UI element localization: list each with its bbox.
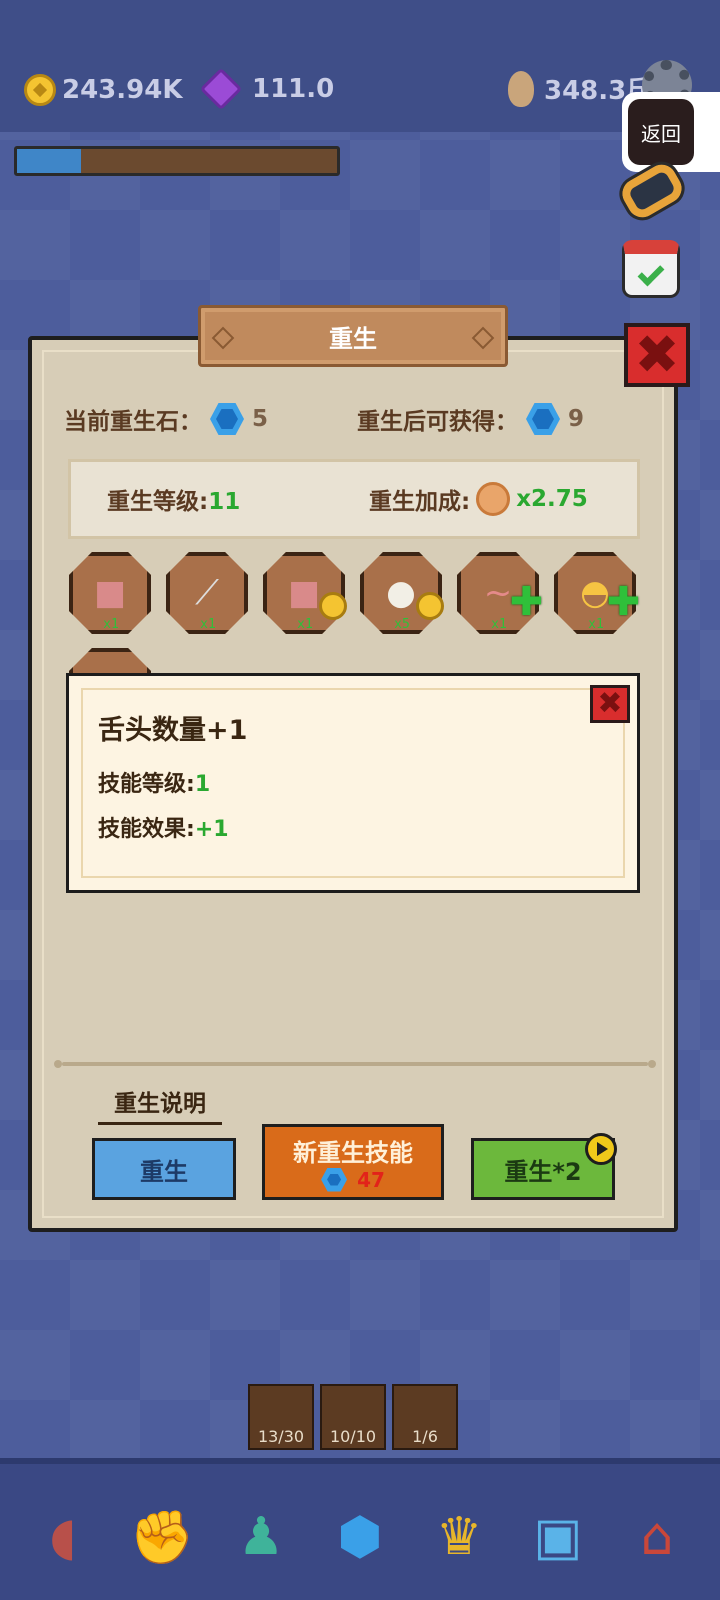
skill-count: x1 [491,617,507,632]
new-skill-cost: 47 [321,1167,385,1192]
rebirth-bonus-value: x2.75 [516,486,588,512]
spatula-icon: ⟋ [195,573,219,613]
gold-counter: 243.94K [24,74,182,106]
fist-icon[interactable]: ✊ [126,1501,198,1573]
return-label: 返回 [628,99,694,165]
skill-slot-3[interactable]: ■ x1 [263,552,347,636]
clipboard-icon[interactable]: ▣ [522,1501,594,1573]
inventory-slot-meat[interactable]: 13/30 [248,1384,314,1450]
gold-coin-icon [24,74,56,106]
after-rebirth-label: 重生后可获得： [357,409,518,435]
panel-title: 重生 [198,305,508,367]
character-icon[interactable]: ♟ [225,1501,297,1573]
tooltip-level: 技能等级:1 [98,766,210,798]
bottom-nav: ◖ ✊ ♟ ⬢ ♛ ▣ ⌂ [0,1458,720,1600]
rebirth-stone-icon [210,403,244,435]
skill-slot-5[interactable]: ~ ✚ x1 [457,552,543,636]
inventory-value: 13/30 [257,1427,305,1446]
chicken-icon [508,70,534,107]
plus-icon: ✚ [606,579,640,625]
coin-badge-icon [416,592,444,620]
tooltip-effect: 技能效果:+1 [98,811,229,843]
current-stone-label: 当前重生石： [64,409,202,435]
skill-count: x1 [103,617,119,632]
skill-slot-2[interactable]: ⟋ x1 [166,552,250,636]
tooltip-title: 舌头数量+1 [98,715,248,746]
skill-slot-1[interactable]: ■ x1 [69,552,153,636]
rebirth-level: 重生等级:11 [107,482,240,516]
blue-gem-icon[interactable]: ⬢ [324,1501,396,1573]
tooltip-level-value: 1 [194,772,211,797]
play-ad-icon [585,1133,617,1165]
skill-slot-6[interactable]: ◓ ✚ x1 [554,552,640,636]
skill-count: x1 [588,617,604,632]
trophy-icon[interactable]: ♛ [423,1501,495,1573]
inventory-slot-tongue[interactable]: 1/6 [392,1384,458,1450]
divider [54,1060,656,1068]
calendar-icon[interactable] [622,240,680,298]
new-rebirth-skill-button[interactable]: 新重生技能 47 [262,1124,444,1200]
inventory-value: 1/6 [412,1427,438,1446]
shop-icon[interactable]: ⌂ [621,1501,693,1573]
skill-count: x5 [394,617,410,632]
plus-icon: ✚ [509,579,543,625]
coin-badge-icon [319,592,347,620]
skill-count: x1 [200,617,216,632]
return-button[interactable]: 返回 [622,92,720,172]
new-skill-label: 新重生技能 [293,1138,413,1167]
rebirth-level-value: 11 [208,489,241,515]
rebirth-button[interactable]: 重生 [92,1138,236,1200]
level-progress-bar [14,146,340,176]
rebirth-bonus-label: 重生加成: [369,489,471,515]
gem-counter: 111.0 [199,67,335,111]
new-skill-cost-value: 47 [357,1167,385,1192]
rebirth-level-label: 重生等级: [107,489,209,515]
progress-fill [17,149,81,173]
bonus-coin-icon [476,482,511,516]
rebirth-explanation-link[interactable]: 重生说明 [98,1084,222,1125]
skill-slot-7[interactable] [69,648,153,674]
rebirth-stone-icon [321,1167,348,1192]
inventory-slot-bun[interactable]: 10/10 [320,1384,386,1450]
inventory-value: 10/10 [329,1427,377,1446]
close-tooltip-button[interactable]: ✖ [590,685,630,723]
rebirth-info-box: 重生等级:11 重生加成: x2.75 [68,459,640,539]
gold-value: 243.94K [62,75,183,105]
purple-gem-icon [199,67,243,111]
skill-slot-4[interactable]: ● x5 [360,552,444,636]
top-bar [0,0,720,132]
after-rebirth-value: 9 [568,406,585,432]
bun-icon: ● [386,573,416,613]
rebirth-stone-icon [526,403,560,435]
tooltip-effect-value: +1 [194,817,229,842]
tooltip-effect-label: 技能效果: [98,817,195,842]
rebirth-bonus: 重生加成: x2.75 [369,482,588,516]
gem-value: 111.0 [252,74,335,104]
skill-count: x1 [297,617,313,632]
tooltip-level-label: 技能等级: [98,772,195,797]
current-stone-row: 当前重生石： 5 [64,402,268,436]
check-icon [637,259,665,287]
tongue-icon: ~ [483,573,513,613]
current-stone-value: 5 [252,406,269,432]
ham-icon[interactable]: ◖ [27,1501,99,1573]
close-panel-button[interactable]: ✖ [624,323,690,387]
meat-cubes-icon: ■ [287,573,321,613]
meat-cubes-icon: ■ [93,573,127,613]
after-rebirth-row: 重生后可获得： 9 [357,402,584,436]
